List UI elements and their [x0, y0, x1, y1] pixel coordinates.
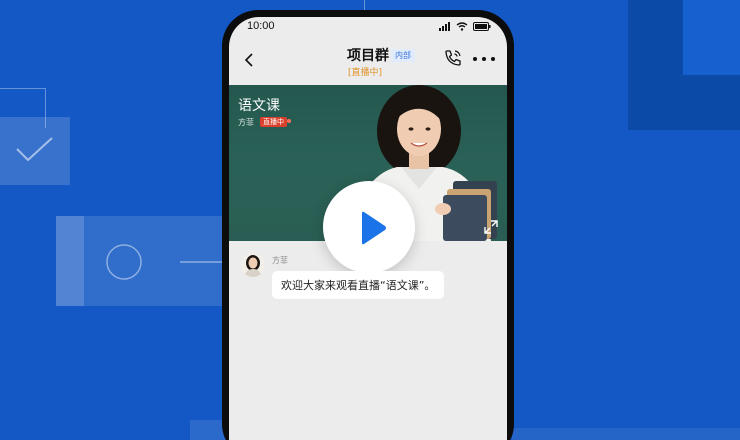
- phone-frame: 10:00 项目群 内部 [直播中] 语文课 方菲 直播中 方菲 欢迎大家来观看…: [222, 10, 514, 440]
- expand-button[interactable]: [483, 219, 499, 235]
- chevron-left-icon: [244, 53, 253, 67]
- more-button[interactable]: [473, 49, 495, 69]
- avatar-image: [244, 255, 262, 277]
- video-title: 语文课: [238, 98, 280, 114]
- phone-screen: 10:00 项目群 内部 [直播中] 语文课 方菲 直播中 方菲 欢迎大家来观看…: [229, 17, 507, 440]
- more-dots-icon: [482, 57, 486, 61]
- expand-icon: [484, 220, 498, 234]
- more-dots-icon: [491, 57, 495, 61]
- status-icons: [439, 22, 491, 31]
- video-host: 方菲: [238, 118, 254, 127]
- message-sender: 方菲: [272, 256, 288, 265]
- background-card: [56, 216, 226, 306]
- status-time: 10:00: [247, 20, 275, 32]
- play-icon: [362, 211, 386, 245]
- live-dot-icon: [287, 119, 291, 123]
- more-dots-icon: [473, 57, 477, 61]
- message-bubble[interactable]: 欢迎大家来观看直播“语文课”。: [272, 271, 445, 299]
- background-card-strip: [56, 216, 84, 306]
- wifi-icon: [456, 22, 468, 31]
- background-block: [512, 428, 740, 440]
- phone-icon: [445, 50, 461, 66]
- background-panel-inner: [683, 0, 740, 75]
- internal-tag: 内部: [391, 49, 415, 62]
- group-title: 项目群: [347, 48, 389, 64]
- checkmark-icon: [16, 137, 53, 162]
- status-bar: 10:00: [229, 17, 507, 37]
- play-button[interactable]: [323, 181, 415, 273]
- avatar[interactable]: [241, 253, 265, 277]
- call-button[interactable]: [444, 49, 464, 69]
- signal-icon: [439, 22, 450, 31]
- back-button[interactable]: [237, 47, 259, 73]
- live-status[interactable]: [直播中]: [348, 65, 382, 78]
- chat-header: 项目群 内部 [直播中]: [229, 41, 507, 85]
- circle-line-icon: [106, 244, 222, 280]
- battery-icon: [473, 22, 491, 31]
- background-check-card: [0, 117, 70, 185]
- live-badge: 直播中: [260, 117, 287, 127]
